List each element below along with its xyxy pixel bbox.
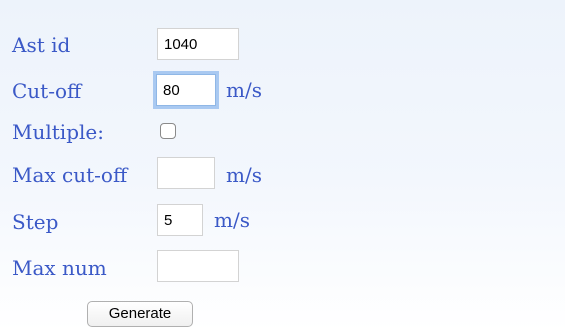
- max-cutoff-label: Max cut-off: [12, 163, 128, 187]
- cutoff-label: Cut-off: [12, 79, 82, 103]
- step-input[interactable]: [157, 204, 203, 236]
- max-cutoff-input[interactable]: [157, 157, 215, 189]
- max-cutoff-unit: m/s: [226, 163, 262, 187]
- ast-id-input[interactable]: [157, 28, 239, 60]
- ast-id-label: Ast id: [12, 33, 71, 57]
- cutoff-unit: m/s: [226, 78, 262, 102]
- step-unit: m/s: [214, 208, 250, 232]
- form-panel: Ast id Cut-off m/s Multiple: Max cut-off…: [0, 0, 565, 331]
- step-label: Step: [12, 210, 59, 234]
- max-num-input[interactable]: [157, 250, 239, 282]
- generate-button[interactable]: Generate: [87, 301, 193, 327]
- cutoff-input[interactable]: [156, 74, 216, 106]
- multiple-label: Multiple:: [12, 120, 104, 144]
- max-num-label: Max num: [12, 256, 107, 280]
- multiple-checkbox[interactable]: [160, 123, 176, 139]
